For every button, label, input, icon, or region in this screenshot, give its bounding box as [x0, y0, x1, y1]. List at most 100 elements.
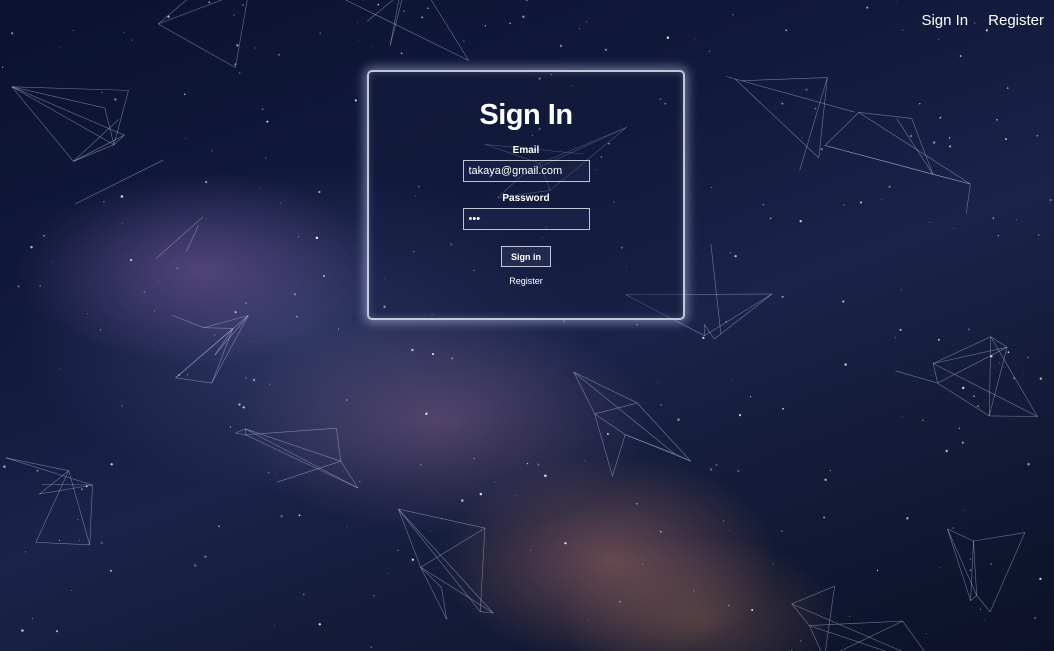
star	[781, 102, 784, 105]
constellation-line	[276, 460, 341, 483]
star	[298, 514, 301, 517]
star	[800, 640, 802, 642]
star	[587, 619, 589, 621]
star	[278, 53, 280, 56]
star	[1033, 616, 1037, 620]
star	[463, 40, 465, 42]
star	[187, 374, 188, 376]
constellation-line	[726, 76, 736, 80]
star	[985, 29, 988, 32]
star	[206, 217, 208, 219]
constellation-line	[594, 402, 638, 415]
star	[927, 221, 929, 223]
star	[318, 190, 321, 194]
star	[59, 368, 61, 370]
star	[694, 38, 696, 40]
constellation-line	[990, 336, 1008, 348]
star	[968, 328, 970, 331]
star	[473, 457, 476, 460]
star	[895, 1, 897, 3]
star	[254, 47, 256, 49]
star	[280, 514, 283, 518]
star	[323, 274, 326, 278]
constellation-line	[336, 428, 341, 462]
star	[657, 381, 659, 383]
star	[346, 526, 348, 528]
star	[275, 473, 276, 474]
star	[72, 29, 74, 31]
star	[781, 530, 783, 532]
star	[860, 201, 862, 204]
star	[961, 386, 965, 390]
constellation-line	[710, 243, 722, 335]
register-link[interactable]: Register	[369, 276, 683, 286]
star	[234, 311, 237, 314]
password-field[interactable]	[462, 208, 590, 230]
star	[866, 6, 869, 9]
star	[922, 419, 924, 421]
sign-in-button[interactable]: Sign in	[501, 246, 551, 267]
star	[100, 329, 102, 331]
constellation-line	[186, 224, 199, 252]
constellation-line	[104, 107, 115, 145]
star	[969, 558, 972, 560]
star	[814, 107, 817, 110]
constellation-line	[824, 112, 860, 146]
star	[881, 199, 883, 201]
star	[939, 116, 942, 119]
star	[411, 558, 414, 561]
star	[373, 595, 375, 597]
constellation-line	[235, 432, 246, 436]
star	[556, 454, 558, 456]
star	[604, 48, 607, 51]
nav-register-link[interactable]: Register	[988, 12, 1044, 29]
star	[238, 403, 241, 406]
constellation-line	[203, 327, 234, 329]
star	[797, 592, 798, 593]
sign-in-card: Sign In Email Password Sign in Register	[367, 70, 685, 320]
star	[400, 52, 403, 55]
star	[131, 39, 133, 41]
constellation-line	[35, 542, 90, 546]
constellation-line	[973, 532, 1025, 542]
star	[79, 539, 81, 541]
star	[431, 353, 435, 356]
star	[641, 564, 643, 565]
star	[100, 541, 104, 545]
constellation-line	[480, 528, 486, 612]
star	[143, 291, 146, 294]
star	[769, 217, 772, 220]
star	[245, 377, 247, 379]
email-field[interactable]	[462, 160, 590, 182]
star	[799, 219, 802, 223]
star	[820, 148, 823, 151]
star	[559, 44, 563, 48]
star	[948, 137, 951, 139]
star	[564, 542, 567, 545]
star	[544, 474, 547, 478]
star	[427, 7, 429, 10]
constellation-line	[573, 371, 675, 454]
constellation-line	[976, 595, 991, 613]
constellation-line	[809, 625, 822, 651]
star	[185, 137, 187, 139]
star	[1049, 199, 1052, 201]
constellation-line	[625, 434, 675, 454]
star	[842, 300, 845, 303]
star	[708, 50, 711, 53]
nav-sign-in-link[interactable]: Sign In	[921, 12, 968, 29]
constellation-line	[937, 346, 1008, 384]
constellation-line	[211, 328, 234, 384]
star	[990, 563, 992, 565]
star	[31, 618, 33, 620]
star	[318, 623, 321, 626]
star	[420, 463, 422, 466]
star	[876, 569, 879, 572]
star	[899, 328, 902, 331]
star	[509, 22, 511, 24]
star	[732, 379, 734, 381]
star	[315, 236, 319, 240]
star	[252, 378, 256, 382]
star	[81, 488, 83, 490]
star	[157, 280, 159, 282]
